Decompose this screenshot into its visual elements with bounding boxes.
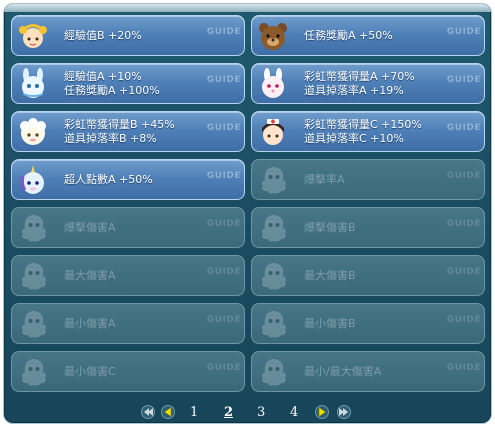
buff-description: 爆擊率A [304, 160, 345, 199]
guide-watermark: GUIDE [206, 315, 241, 325]
buff-effect-text: 最小傷害A [64, 316, 116, 330]
blue-bunny-portrait-icon [22, 68, 44, 98]
buff-effect-text: 經驗值B +20% [64, 28, 142, 42]
first-page-icon[interactable] [141, 405, 155, 419]
buff-effect-text: 最大傷害B [304, 268, 356, 282]
last-page-icon[interactable] [337, 405, 351, 419]
buff-slot[interactable]: 最小傷害A GUIDE [11, 303, 245, 344]
buff-effect-text: 經驗值A +10% [64, 69, 142, 83]
buff-description: 彩虹幣獲得量B +45% 道具掉落率B +8% [64, 112, 175, 151]
buff-effect-text: 彩虹幣獲得量A +70% [304, 69, 415, 83]
buff-effect-text: 道具掉落率A +19% [304, 83, 404, 97]
page-1[interactable]: 1 [190, 405, 198, 420]
unicorn-portrait-icon [20, 165, 44, 194]
buff-slot[interactable]: 超人點數A +50% GUIDE [11, 159, 245, 200]
buff-slot[interactable]: 經驗值A +10% 任務獎勵A +100% GUIDE [11, 63, 245, 104]
buff-description: 經驗值B +20% [64, 16, 142, 55]
buff-effect-text: 爆擊率A [304, 172, 345, 186]
buff-description: 經驗值A +10% 任務獎勵A +100% [64, 64, 160, 103]
buff-description: 最大傷害B [304, 256, 356, 295]
guide-watermark: GUIDE [206, 363, 241, 373]
buff-effect-text: 道具掉落率B +8% [64, 131, 157, 145]
buff-effect-text: 最小傷害C [64, 364, 116, 378]
buff-description: 超人點數A +50% [64, 160, 153, 199]
buff-panel: 經驗值B +20% GUIDE 任務獎勵A +50% GUIDE 經驗值A +10% 任務… [3, 3, 492, 424]
buff-slot[interactable]: 爆擊率A GUIDE [251, 159, 485, 200]
locked-ghost-icon [21, 263, 47, 290]
buff-slot[interactable]: 任務獎勵A +50% GUIDE [251, 15, 485, 56]
locked-ghost-icon [21, 311, 47, 338]
page-3[interactable]: 3 [257, 405, 265, 420]
locked-ghost-icon [261, 311, 287, 338]
buff-slot[interactable]: 最小/最大傷害A GUIDE [251, 351, 485, 392]
buff-slot[interactable]: 經驗值B +20% GUIDE [11, 15, 245, 56]
buff-description: 爆擊傷害A [64, 208, 116, 247]
buff-description: 彩虹幣獲得量A +70% 道具掉落率A +19% [304, 64, 415, 103]
locked-ghost-icon [261, 215, 287, 242]
locked-ghost-icon [261, 167, 287, 194]
guide-watermark: GUIDE [446, 171, 481, 181]
guide-watermark: GUIDE [206, 27, 241, 37]
guide-watermark: GUIDE [446, 123, 481, 133]
pink-rabbit-portrait-icon [262, 68, 284, 98]
guide-watermark: GUIDE [206, 75, 241, 85]
buff-slot[interactable]: 彩虹幣獲得量B +45% 道具掉落率B +8% GUIDE [11, 111, 245, 152]
guide-watermark: GUIDE [446, 75, 481, 85]
guide-watermark: GUIDE [206, 219, 241, 229]
guide-watermark: GUIDE [206, 171, 241, 181]
buff-description: 爆擊傷害B [304, 208, 356, 247]
pagination: 1 2 3 4 [4, 405, 491, 423]
buff-slot[interactable]: 最大傷害A GUIDE [11, 255, 245, 296]
buff-effect-text: 彩虹幣獲得量C +150% [304, 117, 422, 131]
prev-page-icon[interactable] [161, 405, 175, 419]
guide-watermark: GUIDE [446, 219, 481, 229]
buff-slot[interactable]: 彩虹幣獲得量A +70% 道具掉落率A +19% GUIDE [251, 63, 485, 104]
buff-effect-text: 道具掉落率C +10% [304, 131, 404, 145]
nurse-girl-portrait-icon [262, 119, 284, 145]
locked-ghost-icon [261, 263, 287, 290]
buff-slot[interactable]: 最小傷害B GUIDE [251, 303, 485, 344]
buff-effect-text: 爆擊傷害B [304, 220, 356, 234]
page-2-current[interactable]: 2 [224, 405, 233, 420]
white-sheep-portrait-icon [20, 118, 46, 145]
buff-effect-text: 彩虹幣獲得量B +45% [64, 117, 175, 131]
locked-ghost-icon [21, 215, 47, 242]
buff-effect-text: 最小傷害B [304, 316, 356, 330]
buff-effect-text: 任務獎勵A +100% [64, 83, 160, 97]
buff-slot[interactable]: 爆擊傷害B GUIDE [251, 207, 485, 248]
guide-watermark: GUIDE [446, 267, 481, 277]
buff-effect-text: 超人點數A +50% [64, 172, 153, 186]
locked-ghost-icon [21, 359, 47, 386]
next-page-icon[interactable] [315, 405, 329, 419]
locked-ghost-icon [261, 359, 287, 386]
buff-description: 最小傷害B [304, 304, 356, 343]
buff-description: 彩虹幣獲得量C +150% 道具掉落率C +10% [304, 112, 422, 151]
guide-watermark: GUIDE [206, 267, 241, 277]
guide-watermark: GUIDE [446, 27, 481, 37]
buff-description: 最大傷害A [64, 256, 116, 295]
buff-slot[interactable]: 最小傷害C GUIDE [11, 351, 245, 392]
guide-watermark: GUIDE [446, 363, 481, 373]
buff-slot[interactable]: 爆擊傷害A GUIDE [11, 207, 245, 248]
buff-description: 最小傷害C [64, 352, 116, 391]
buff-effect-text: 任務獎勵A +50% [304, 28, 393, 42]
buff-slot[interactable]: 最大傷害B GUIDE [251, 255, 485, 296]
buff-effect-text: 最小/最大傷害A [304, 364, 382, 378]
buff-effect-text: 爆擊傷害A [64, 220, 116, 234]
brown-bear-portrait-icon [259, 23, 287, 50]
page-4[interactable]: 4 [290, 405, 298, 420]
buff-description: 最小/最大傷害A [304, 352, 381, 391]
yellow-haired-girl-portrait-icon [19, 24, 47, 48]
guide-watermark: GUIDE [446, 315, 481, 325]
buff-description: 任務獎勵A +50% [304, 16, 393, 55]
buff-description: 最小傷害A [64, 304, 116, 343]
guide-watermark: GUIDE [206, 123, 241, 133]
buff-effect-text: 最大傷害A [64, 268, 116, 282]
buff-slot[interactable]: 彩虹幣獲得量C +150% 道具掉落率C +10% GUIDE [251, 111, 485, 152]
